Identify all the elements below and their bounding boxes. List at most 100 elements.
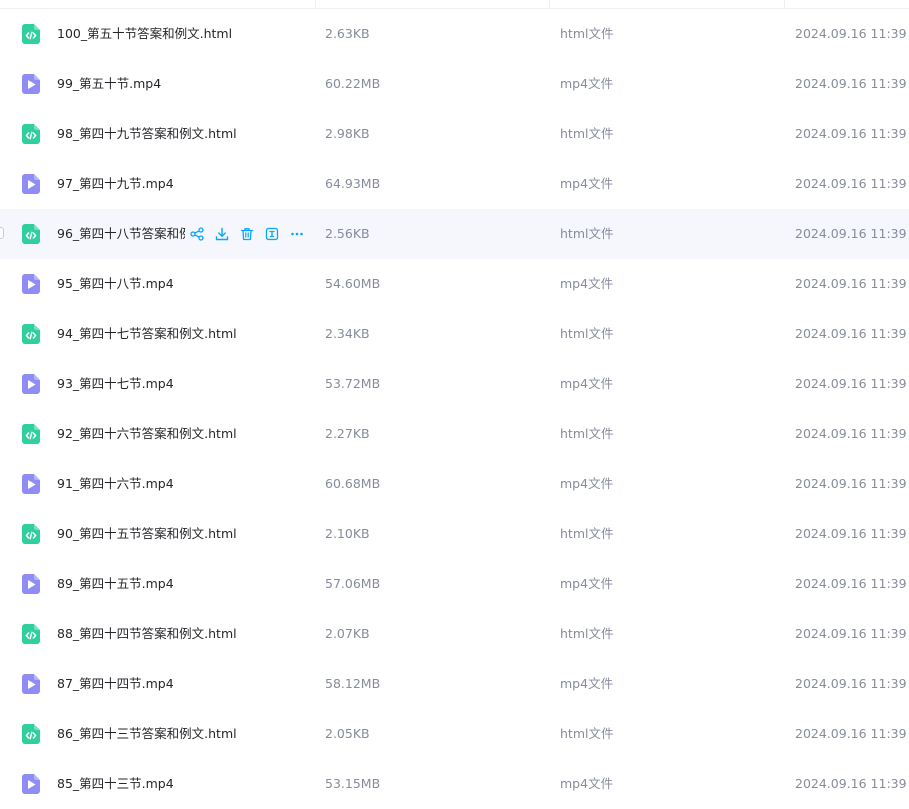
file-row[interactable]: 89_第四十五节.mp4 57.06MB mp4文件 2024.09.16 11:39 [0,559,909,609]
file-size: 64.93MB [325,176,381,191]
file-modified-date: 2024.09.16 11:39 [795,426,907,441]
file-name[interactable]: 96_第四十八节答案和例 [57,209,185,259]
video-file-icon[interactable] [22,474,40,494]
file-name[interactable]: 100_第五十节答案和例文.html [57,9,232,59]
html-file-icon[interactable] [22,624,40,644]
file-row[interactable]: 97_第四十九节.mp4 64.93MB mp4文件 2024.09.16 11:39 [0,159,909,209]
file-type: mp4文件 [560,176,614,191]
file-row[interactable]: 85_第四十三节.mp4 53.15MB mp4文件 2024.09.16 11:39 [0,759,909,809]
file-row[interactable]: 99_第五十节.mp4 60.22MB mp4文件 2024.09.16 11:39 [0,59,909,109]
file-type: mp4文件 [560,676,614,691]
file-type: html文件 [560,626,614,641]
file-name[interactable]: 92_第四十六节答案和例文.html [57,409,237,459]
file-name[interactable]: 93_第四十七节.mp4 [57,359,174,409]
video-file-icon[interactable] [22,674,40,694]
file-name[interactable]: 85_第四十三节.mp4 [57,759,174,809]
html-file-icon[interactable] [22,424,40,444]
rename-icon[interactable] [263,225,281,243]
delete-icon[interactable] [238,225,256,243]
file-row[interactable]: 91_第四十六节.mp4 60.68MB mp4文件 2024.09.16 11:39 [0,459,909,509]
file-name[interactable]: 91_第四十六节.mp4 [57,459,174,509]
file-modified-date: 2024.09.16 11:39 [795,76,907,91]
file-row[interactable]: 94_第四十七节答案和例文.html 2.34KB html文件 2024.09.16… [0,309,909,359]
file-row[interactable]: 100_第五十节答案和例文.html 2.63KB html文件 2024.09.16… [0,9,909,59]
file-name[interactable]: 95_第四十八节.mp4 [57,259,174,309]
share-icon[interactable] [188,225,206,243]
file-name[interactable]: 87_第四十四节.mp4 [57,659,174,709]
column-divider[interactable] [315,0,316,8]
file-modified-date: 2024.09.16 11:39 [795,276,907,291]
html-file-icon[interactable] [22,24,40,44]
file-row[interactable]: 93_第四十七节.mp4 53.72MB mp4文件 2024.09.16 11:39 [0,359,909,409]
video-file-icon[interactable] [22,174,40,194]
file-row[interactable]: 98_第四十九节答案和例文.html 2.98KB html文件 2024.09.16… [0,109,909,159]
file-modified-date: 2024.09.16 11:39 [795,576,907,591]
file-type: html文件 [560,326,614,341]
file-type: html文件 [560,526,614,541]
file-name[interactable]: 90_第四十五节答案和例文.html [57,509,237,559]
download-icon[interactable] [213,225,231,243]
file-name[interactable]: 97_第四十九节.mp4 [57,159,174,209]
file-size: 57.06MB [325,576,381,591]
file-size: 2.07KB [325,626,370,641]
more-icon[interactable] [288,225,306,243]
file-name[interactable]: 94_第四十七节答案和例文.html [57,309,237,359]
file-size: 2.63KB [325,26,370,41]
file-size: 2.27KB [325,426,370,441]
file-name[interactable]: 99_第五十节.mp4 [57,59,161,109]
html-file-icon[interactable] [22,124,40,144]
file-type: html文件 [560,226,614,241]
file-row[interactable]: 87_第四十四节.mp4 58.12MB mp4文件 2024.09.16 11:39 [0,659,909,709]
video-file-icon[interactable] [22,274,40,294]
column-divider[interactable] [784,0,785,8]
file-size: 2.34KB [325,326,370,341]
file-size: 58.12MB [325,676,381,691]
file-size: 53.72MB [325,376,381,391]
file-type: mp4文件 [560,576,614,591]
video-file-icon[interactable] [22,374,40,394]
video-file-icon[interactable] [22,774,40,794]
file-modified-date: 2024.09.16 11:39 [795,776,907,791]
file-type: mp4文件 [560,776,614,791]
file-name[interactable]: 98_第四十九节答案和例文.html [57,109,237,159]
file-size: 2.10KB [325,526,370,541]
video-file-icon[interactable] [22,574,40,594]
row-checkbox[interactable] [0,227,4,239]
file-row[interactable]: 92_第四十六节答案和例文.html 2.27KB html文件 2024.09.16… [0,409,909,459]
file-modified-date: 2024.09.16 11:39 [795,226,907,241]
file-name[interactable]: 86_第四十三节答案和例文.html [57,709,237,759]
file-modified-date: 2024.09.16 11:39 [795,676,907,691]
file-name[interactable]: 88_第四十四节答案和例文.html [57,609,237,659]
file-size: 2.56KB [325,226,370,241]
html-file-icon[interactable] [22,324,40,344]
file-modified-date: 2024.09.16 11:39 [795,26,907,41]
html-file-icon[interactable] [22,724,40,744]
file-size: 60.68MB [325,476,381,491]
file-row[interactable]: 88_第四十四节答案和例文.html 2.07KB html文件 2024.09.16… [0,609,909,659]
file-name[interactable]: 89_第四十五节.mp4 [57,559,174,609]
html-file-icon[interactable] [22,524,40,544]
file-type: html文件 [560,726,614,741]
html-file-icon[interactable] [22,224,40,244]
video-file-icon[interactable] [22,74,40,94]
file-modified-date: 2024.09.16 11:39 [795,326,907,341]
file-type: mp4文件 [560,276,614,291]
file-modified-date: 2024.09.16 11:39 [795,626,907,641]
file-type: mp4文件 [560,76,614,91]
file-row[interactable]: 90_第四十五节答案和例文.html 2.10KB html文件 2024.09.16… [0,509,909,559]
file-modified-date: 2024.09.16 11:39 [795,526,907,541]
file-size: 60.22MB [325,76,381,91]
column-divider[interactable] [549,0,550,8]
file-type: mp4文件 [560,376,614,391]
file-type: html文件 [560,126,614,141]
file-row[interactable]: 86_第四十三节答案和例文.html 2.05KB html文件 2024.09.16… [0,709,909,759]
file-type: html文件 [560,426,614,441]
file-row[interactable]: 96_第四十八节答案和例 2.56KB html文件 2024.09.16 11:39 [0,209,909,259]
file-size: 2.05KB [325,726,370,741]
file-type: html文件 [560,26,614,41]
file-size: 2.98KB [325,126,370,141]
row-actions [188,225,313,243]
file-row[interactable]: 95_第四十八节.mp4 54.60MB mp4文件 2024.09.16 11:39 [0,259,909,309]
file-modified-date: 2024.09.16 11:39 [795,126,907,141]
column-header-strip [0,0,909,9]
